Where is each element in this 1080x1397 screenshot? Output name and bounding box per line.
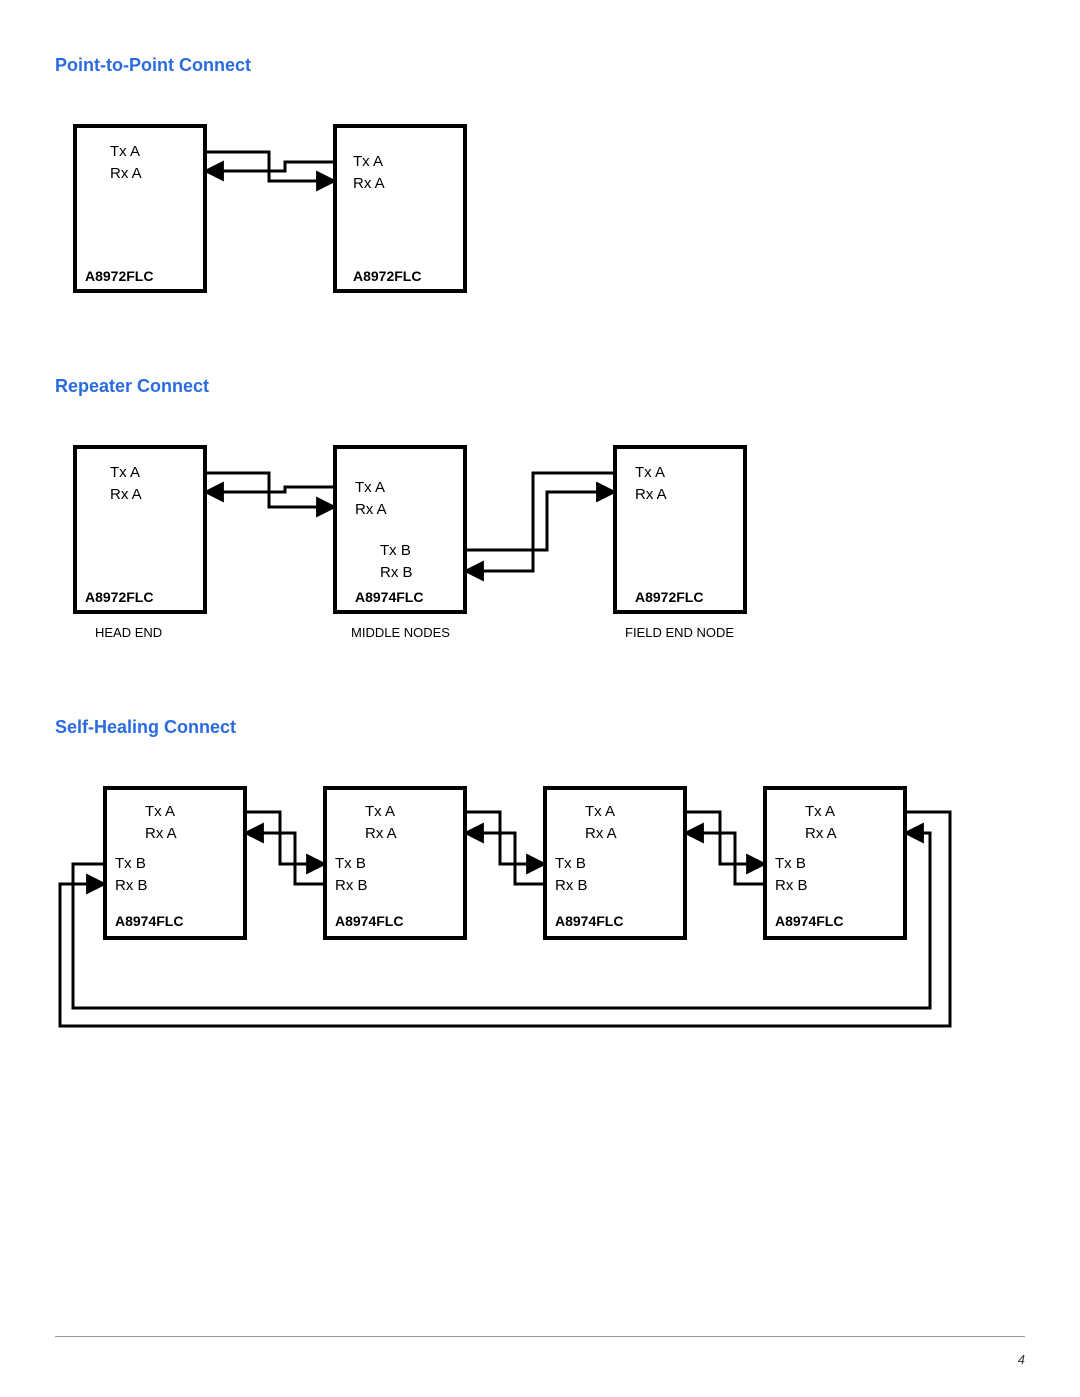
sh-n2-rxa: Rx A [585, 825, 617, 842]
rep-n1-rxb: Rx B [380, 564, 413, 581]
sh-node-0: Tx A Rx A Tx B Rx B A8974FLC [105, 788, 245, 938]
sh-node-3: Tx A Rx A Tx B Rx B A8974FLC [765, 788, 905, 938]
diagram-repeater: Tx A Rx A A8972FLC HEAD END Tx A Rx A Tx… [55, 437, 1025, 657]
rep-n1-role: MIDDLE NODES [351, 625, 450, 640]
sh-n0-model: A8974FLC [115, 913, 183, 929]
sh-n2-txa: Tx A [585, 803, 615, 820]
conn-line [465, 473, 615, 571]
diagram-selfheal: Tx A Rx A Tx B Rx B A8974FLC Tx A Rx A T… [55, 778, 1025, 1038]
diagram-ptp: Tx A Rx A A8972FLC Tx A Rx A A8972FLC [55, 116, 1025, 316]
conn-line [205, 473, 335, 507]
sh-n0-rxb: Rx B [115, 877, 148, 894]
rep-n2-role: FIELD END NODE [625, 625, 734, 640]
heading-selfheal: Self-Healing Connect [55, 717, 1025, 738]
rep-n1-rxa: Rx A [355, 501, 387, 518]
sh-node-1: Tx A Rx A Tx B Rx B A8974FLC [325, 788, 465, 938]
sh-n1-model: A8974FLC [335, 913, 403, 929]
conn-line [205, 152, 335, 181]
conn-line [465, 812, 545, 864]
sh-n1-rxa: Rx A [365, 825, 397, 842]
ptp-n0-tx: Tx A [110, 143, 140, 160]
sh-node-2: Tx A Rx A Tx B Rx B A8974FLC [545, 788, 685, 938]
sh-n3-txb: Tx B [775, 855, 806, 872]
sh-n3-model: A8974FLC [775, 913, 843, 929]
sh-n0-rxa: Rx A [145, 825, 177, 842]
rep-n2-model: A8972FLC [635, 589, 703, 605]
page-root: Point-to-Point Connect Tx A Rx A A8972FL… [0, 0, 1080, 1397]
conn-line [245, 812, 325, 864]
conn-line [245, 833, 325, 884]
rep-n1-model: A8974FLC [355, 589, 423, 605]
sh-n3-txa: Tx A [805, 803, 835, 820]
heading-repeater: Repeater Connect [55, 376, 1025, 397]
ptp-n1-tx: Tx A [353, 153, 383, 170]
ptp-n0-model: A8972FLC [85, 268, 153, 284]
rep-n0-model: A8972FLC [85, 589, 153, 605]
conn-line [685, 812, 765, 864]
sh-n2-txb: Tx B [555, 855, 586, 872]
sh-n3-rxa: Rx A [805, 825, 837, 842]
footer-rule [55, 1336, 1025, 1337]
sh-n1-txa: Tx A [365, 803, 395, 820]
conn-line [685, 833, 765, 884]
rep-n1-txb: Tx B [380, 542, 411, 559]
sh-n1-txb: Tx B [335, 855, 366, 872]
page-number: 4 [1018, 1352, 1025, 1367]
rep-n2-tx: Tx A [635, 464, 665, 481]
ptp-n0-rx: Rx A [110, 165, 142, 182]
sh-n3-rxb: Rx B [775, 877, 808, 894]
rep-n1-txa: Tx A [355, 479, 385, 496]
sh-n1-rxb: Rx B [335, 877, 368, 894]
heading-ptp: Point-to-Point Connect [55, 55, 1025, 76]
sh-n2-rxb: Rx B [555, 877, 588, 894]
rep-n0-rx: Rx A [110, 486, 142, 503]
conn-line [465, 833, 545, 884]
rep-n0-role: HEAD END [95, 625, 162, 640]
ptp-n1-model: A8972FLC [353, 268, 421, 284]
rep-n0-tx: Tx A [110, 464, 140, 481]
sh-n0-txa: Tx A [145, 803, 175, 820]
sh-n0-txb: Tx B [115, 855, 146, 872]
rep-n2-rx: Rx A [635, 486, 667, 503]
ptp-n1-rx: Rx A [353, 175, 385, 192]
sh-n2-model: A8974FLC [555, 913, 623, 929]
conn-line [465, 492, 615, 550]
